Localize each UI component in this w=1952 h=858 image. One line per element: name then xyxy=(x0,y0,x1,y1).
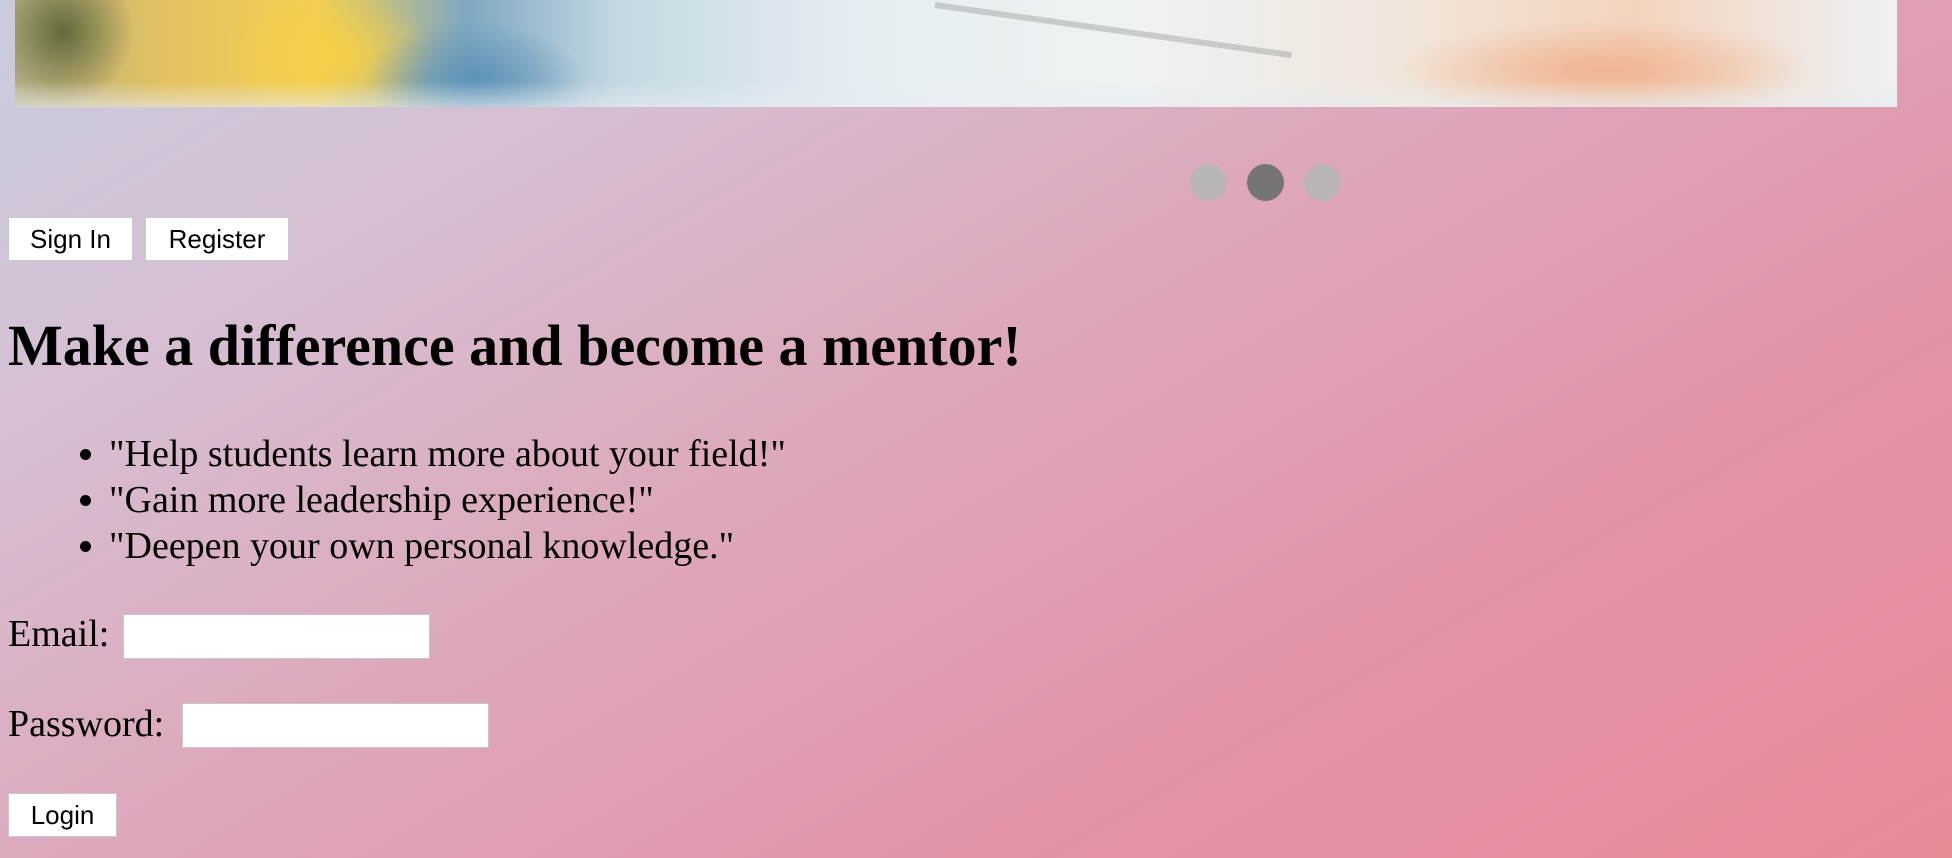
password-label: Password: xyxy=(8,703,165,745)
password-field[interactable] xyxy=(182,703,489,748)
list-item: "Gain more leadership experience!" xyxy=(109,477,786,523)
login-button[interactable]: Login xyxy=(8,793,117,837)
email-field[interactable] xyxy=(123,614,430,659)
banner-shape xyxy=(15,81,1897,107)
carousel-slide-image xyxy=(15,0,1897,107)
banner-shape xyxy=(934,2,1292,59)
page-title: Make a difference and become a mentor! xyxy=(8,313,1022,378)
email-label: Email: xyxy=(8,613,110,655)
sign-in-button[interactable]: Sign In xyxy=(8,217,133,261)
benefits-list: "Help students learn more about your fie… xyxy=(69,431,786,569)
carousel-dot-1[interactable] xyxy=(1190,164,1227,201)
carousel-indicators xyxy=(1190,164,1341,201)
list-item: "Deepen your own personal knowledge." xyxy=(109,523,786,569)
list-item: "Help students learn more about your fie… xyxy=(109,431,786,477)
register-button[interactable]: Register xyxy=(145,217,289,261)
carousel-dot-3[interactable] xyxy=(1304,164,1341,201)
carousel-dot-2[interactable] xyxy=(1247,164,1284,201)
